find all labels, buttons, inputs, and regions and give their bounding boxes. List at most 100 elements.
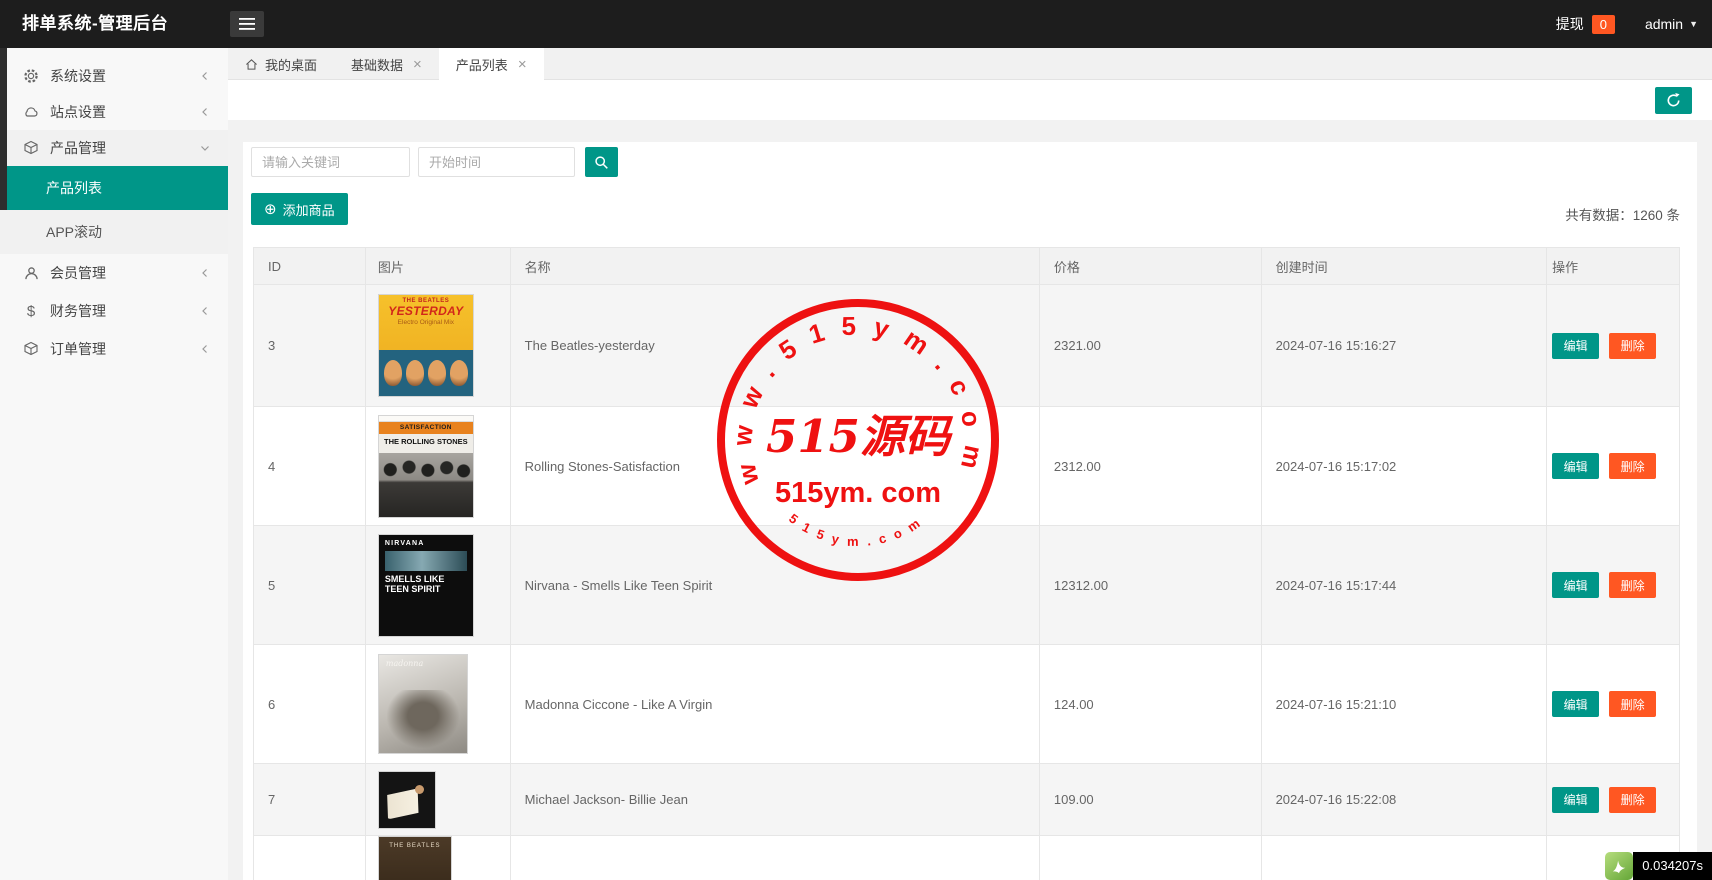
sidebar-item-label: 订单管理 [50, 339, 106, 359]
tab-product-list[interactable]: 产品列表 × [439, 48, 544, 80]
refresh-button[interactable] [1655, 87, 1692, 114]
album-cover-thumbnail[interactable]: NIRVANA SMELLS LIKE TEEN SPIRIT [378, 534, 474, 637]
toolbar-strip [228, 80, 1712, 120]
table-row: 3 THE BEATLES YESTERDAY Electro Original… [254, 284, 1679, 406]
cover-artist-text: NIRVANA [385, 540, 473, 547]
withdraw-link[interactable]: 提现 [1556, 14, 1584, 34]
sidebar-item-label: APP滚动 [46, 222, 102, 242]
cell-image: THE BEATLES [366, 836, 511, 880]
table-row: 7 Michael Jackson- Billie Jean 109.00 20… [254, 763, 1679, 835]
gear-icon [22, 68, 40, 84]
cell-id: 7 [254, 764, 366, 835]
start-date-input[interactable] [418, 147, 575, 177]
cell-price: 12312.00 [1040, 526, 1262, 644]
edit-button[interactable]: 编辑 [1552, 333, 1599, 359]
chevron-down-icon [200, 143, 210, 153]
tab-bar: 我的桌面 基础数据 × 产品列表 × [228, 48, 1712, 80]
cell-name: Madonna Ciccone - Like A Virgin [511, 645, 1040, 763]
album-cover-thumbnail[interactable]: SATISFACTION THE ROLLING STONES [378, 415, 474, 518]
sidebar-item-site-settings[interactable]: 站点设置 [0, 94, 228, 130]
cell-id: 4 [254, 407, 366, 525]
cube-icon [22, 341, 40, 357]
sidebar-item-product-management[interactable]: 产品管理 [0, 130, 228, 166]
cell-created: 2024-07-16 15:21:10 [1262, 645, 1548, 763]
close-icon[interactable]: × [413, 56, 422, 73]
delete-button[interactable]: 删除 [1609, 691, 1656, 717]
cell-id: 6 [254, 645, 366, 763]
sidebar-item-label: 站点设置 [50, 102, 106, 122]
search-icon [594, 155, 609, 170]
chevron-left-icon [200, 344, 210, 354]
sidebar-item-order-management[interactable]: 订单管理 [0, 330, 228, 368]
sidebar-item-product-list[interactable]: 产品列表 [0, 166, 228, 210]
topbar-right: 提现 0 admin ▼ [1556, 0, 1698, 48]
cell-id: 3 [254, 285, 366, 406]
table-row: 4 SATISFACTION THE ROLLING STONES Rollin… [254, 406, 1679, 525]
sidebar-item-system-settings[interactable]: 系统设置 [0, 58, 228, 94]
thinkphp-logo-icon[interactable] [1605, 852, 1633, 880]
tab-my-desktop[interactable]: 我的桌面 [228, 48, 334, 80]
add-product-button[interactable]: ⊕ 添加商品 [251, 193, 348, 225]
sidebar: 系统设置 站点设置 产品管理 [0, 48, 228, 880]
column-header-actions: 操作 [1547, 248, 1679, 284]
cube-icon [22, 140, 40, 156]
sidebar-item-label: 产品列表 [46, 178, 102, 198]
withdraw-count-badge[interactable]: 0 [1592, 15, 1615, 34]
cell-name: Rolling Stones-Satisfaction [511, 407, 1040, 525]
delete-button[interactable]: 删除 [1609, 453, 1656, 479]
sidebar-item-app-scroll[interactable]: APP滚动 [0, 210, 228, 254]
cell-id [254, 836, 366, 880]
chevron-left-icon [200, 268, 210, 278]
delete-button[interactable]: 删除 [1609, 333, 1656, 359]
album-cover-thumbnail[interactable]: THE BEATLES [378, 836, 452, 880]
sidebar-item-label: 财务管理 [50, 301, 106, 321]
sidebar-item-label: 会员管理 [50, 263, 106, 283]
user-menu[interactable]: admin ▼ [1645, 16, 1698, 32]
column-header-name: 名称 [511, 248, 1040, 284]
product-list-panel: ⊕ 添加商品 共有数据：1260 条 ID 图片 名称 价格 创建时间 操作 3… [243, 142, 1697, 880]
dollar-icon: $ [22, 303, 40, 320]
cell-actions: 编辑 删除 [1547, 285, 1679, 406]
cell-actions: 编辑 删除 [1547, 407, 1679, 525]
cover-banner-text: SATISFACTION [379, 422, 473, 434]
topbar: 排单系统-管理后台 提现 0 admin ▼ [0, 0, 1712, 48]
sidebar-scrollbar[interactable] [0, 48, 7, 210]
album-cover-thumbnail[interactable]: THE BEATLES YESTERDAY Electro Original M… [378, 294, 474, 397]
cell-price: 124.00 [1040, 645, 1262, 763]
menu-toggle-button[interactable] [230, 11, 264, 37]
edit-button[interactable]: 编辑 [1552, 787, 1599, 813]
cell-image: THE BEATLES YESTERDAY Electro Original M… [366, 285, 511, 406]
album-cover-thumbnail[interactable]: madonna [378, 654, 468, 754]
delete-button[interactable]: 删除 [1609, 787, 1656, 813]
keyword-input[interactable] [251, 147, 410, 177]
cell-name [511, 836, 1040, 880]
chevron-left-icon [200, 107, 210, 117]
search-button[interactable] [585, 147, 618, 177]
chevron-down-icon: ▼ [1689, 19, 1698, 29]
cell-image: SATISFACTION THE ROLLING STONES [366, 407, 511, 525]
delete-button[interactable]: 删除 [1609, 572, 1656, 598]
album-cover-thumbnail[interactable] [378, 771, 436, 829]
table-row-partial: THE BEATLES [254, 835, 1679, 880]
user-icon [22, 266, 40, 281]
refresh-icon [1665, 92, 1682, 109]
close-icon[interactable]: × [518, 56, 527, 73]
cover-artist-text: THE ROLLING STONES [379, 434, 473, 448]
cell-name: Michael Jackson- Billie Jean [511, 764, 1040, 835]
cover-band-photo-art [379, 453, 473, 517]
edit-button[interactable]: 编辑 [1552, 453, 1599, 479]
edit-button[interactable]: 编辑 [1552, 572, 1599, 598]
cell-created: 2024-07-16 15:17:02 [1262, 407, 1548, 525]
sidebar-menu: 系统设置 站点设置 产品管理 [0, 48, 228, 368]
tab-basic-data[interactable]: 基础数据 × [334, 48, 439, 80]
sidebar-item-member-management[interactable]: 会员管理 [0, 254, 228, 292]
add-product-label: 添加商品 [283, 200, 335, 219]
cell-price: 2321.00 [1040, 285, 1262, 406]
cover-figure-art [382, 786, 432, 819]
edit-button[interactable]: 编辑 [1552, 691, 1599, 717]
sidebar-group-product: 产品管理 产品列表 APP滚动 [0, 130, 228, 254]
sidebar-item-finance-management[interactable]: $ 财务管理 [0, 292, 228, 330]
column-header-image: 图片 [366, 248, 511, 284]
plus-circle-icon: ⊕ [264, 202, 277, 217]
username-label: admin [1645, 16, 1683, 32]
